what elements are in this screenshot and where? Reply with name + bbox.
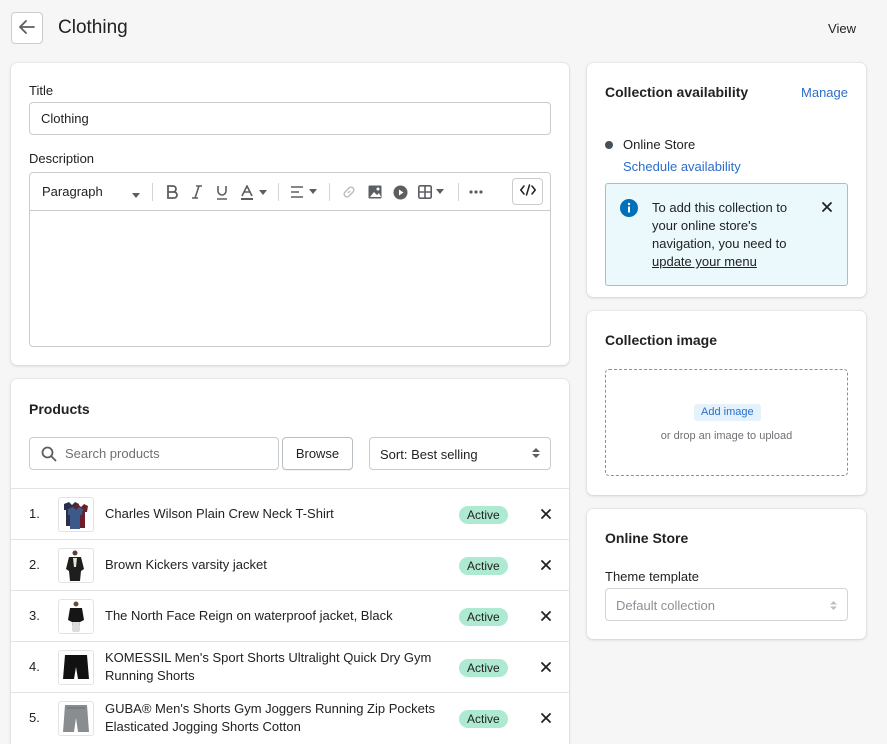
product-name-line: GUBA® Men's Shorts Gym Joggers Running Z…: [105, 701, 435, 716]
status-badge: Active: [459, 659, 508, 677]
collection-image-card: Collection image Add image or drop an im…: [587, 311, 866, 495]
align-icon[interactable]: [290, 183, 320, 201]
status-badge: Active: [459, 557, 508, 575]
manage-link[interactable]: Manage: [801, 85, 848, 100]
title-label: Title: [29, 83, 54, 98]
online-store-card: Online Store Theme template Default coll…: [587, 509, 866, 639]
product-index: 2.: [29, 557, 40, 572]
online-store-heading: Online Store: [605, 530, 689, 546]
product-name-line: Elasticated Jogging Shorts Cotton: [105, 719, 301, 734]
product-name-line: Running Shorts: [105, 668, 195, 683]
description-label: Description: [29, 151, 95, 166]
details-card: Title Description Paragraph: [11, 63, 569, 365]
select-arrows-icon: [830, 599, 837, 614]
search-products-field[interactable]: [29, 437, 279, 470]
table-icon[interactable]: [417, 183, 447, 201]
channel-name: Online Store: [623, 137, 696, 152]
availability-heading: Collection availability: [605, 84, 749, 100]
product-name-line: KOMESSIL Men's Sport Shorts Ultralight Q…: [105, 650, 432, 665]
products-heading: Products: [29, 401, 90, 417]
remove-product-icon[interactable]: [539, 558, 553, 572]
description-textarea[interactable]: [30, 212, 550, 346]
caret-down-icon: [132, 187, 140, 202]
product-name[interactable]: KOMESSIL Men's Sport Shorts Ultralight Q…: [105, 649, 435, 685]
update-menu-link[interactable]: update your menu: [652, 254, 757, 269]
schedule-availability-link[interactable]: Schedule availability: [623, 159, 741, 174]
product-name[interactable]: Charles Wilson Plain Crew Neck T-Shirt: [105, 505, 435, 523]
search-input[interactable]: [65, 438, 270, 469]
product-list: 1. Charles Wilson Plain Crew Neck T-Shir…: [11, 488, 569, 743]
banner-message: To add this collection to your online st…: [652, 200, 788, 269]
product-index: 3.: [29, 608, 40, 623]
product-row[interactable]: 3. The North Face Reign on waterproof ja…: [11, 590, 569, 641]
product-row[interactable]: 5. GUBA® Men's Shorts Gym Joggers Runnin…: [11, 692, 569, 743]
view-button[interactable]: View: [828, 21, 856, 36]
editor-toolbar: Paragraph: [30, 173, 550, 211]
collection-image-heading: Collection image: [605, 332, 718, 348]
remove-product-icon[interactable]: [539, 507, 553, 521]
product-thumbnail: [58, 548, 94, 583]
drop-hint: or drop an image to upload: [660, 430, 793, 442]
close-icon[interactable]: [821, 201, 833, 213]
status-badge: Active: [459, 506, 508, 524]
description-editor: Paragraph: [29, 172, 551, 347]
product-row[interactable]: 2. Brown Kickers varsity jacket Active: [11, 539, 569, 590]
product-thumbnail: [58, 497, 94, 532]
code-view-button[interactable]: [512, 178, 543, 205]
video-icon[interactable]: [392, 183, 408, 201]
title-input[interactable]: [29, 102, 551, 135]
remove-product-icon[interactable]: [539, 711, 553, 725]
arrow-left-icon: [19, 19, 35, 37]
product-name[interactable]: The North Face Reign on waterproof jacke…: [105, 607, 435, 625]
remove-product-icon[interactable]: [539, 609, 553, 623]
product-thumbnail: [58, 599, 94, 634]
theme-template-select[interactable]: Default collection: [605, 588, 848, 621]
theme-template-label: Theme template: [605, 569, 699, 584]
product-index: 1.: [29, 506, 40, 521]
italic-icon[interactable]: [189, 183, 205, 201]
select-arrows-icon: [532, 447, 540, 462]
image-icon[interactable]: [367, 183, 383, 201]
status-dot-icon: [605, 141, 613, 149]
product-thumbnail: [58, 701, 94, 736]
add-image-button[interactable]: Add image: [694, 404, 761, 421]
status-badge: Active: [459, 710, 508, 728]
product-name[interactable]: Brown Kickers varsity jacket: [105, 556, 435, 574]
availability-card: Collection availability Manage Online St…: [587, 63, 866, 297]
product-index: 5.: [29, 710, 40, 725]
sort-select-value: Sort: Best selling: [380, 447, 478, 462]
back-button[interactable]: [11, 12, 43, 44]
text-color-icon[interactable]: [240, 183, 270, 201]
product-name[interactable]: GUBA® Men's Shorts Gym Joggers Running Z…: [105, 700, 435, 736]
products-card: Products Browse Sort: Best selling 1. Ch…: [11, 379, 569, 744]
browse-button[interactable]: Browse: [282, 437, 353, 470]
product-thumbnail: [58, 650, 94, 685]
product-index: 4.: [29, 659, 40, 674]
remove-product-icon[interactable]: [539, 660, 553, 674]
more-icon[interactable]: [468, 183, 484, 201]
link-icon[interactable]: [341, 183, 357, 201]
search-icon: [41, 446, 57, 465]
product-row[interactable]: 1. Charles Wilson Plain Crew Neck T-Shir…: [11, 488, 569, 539]
sort-select[interactable]: Sort: Best selling: [369, 437, 551, 470]
image-dropzone[interactable]: Add image or drop an image to upload: [605, 369, 848, 476]
bold-icon[interactable]: [164, 183, 180, 201]
collection-editor-page: Clothing View Title Description Paragrap…: [0, 0, 887, 744]
code-icon: [519, 184, 536, 199]
info-banner: To add this collection to your online st…: [605, 183, 848, 286]
info-icon: [620, 199, 638, 217]
page-title: Clothing: [58, 17, 128, 38]
theme-template-value: Default collection: [616, 598, 715, 613]
underline-icon[interactable]: [214, 183, 230, 201]
format-select[interactable]: Paragraph: [42, 184, 140, 199]
product-row[interactable]: 4. KOMESSIL Men's Sport Shorts Ultraligh…: [11, 641, 569, 692]
status-badge: Active: [459, 608, 508, 626]
